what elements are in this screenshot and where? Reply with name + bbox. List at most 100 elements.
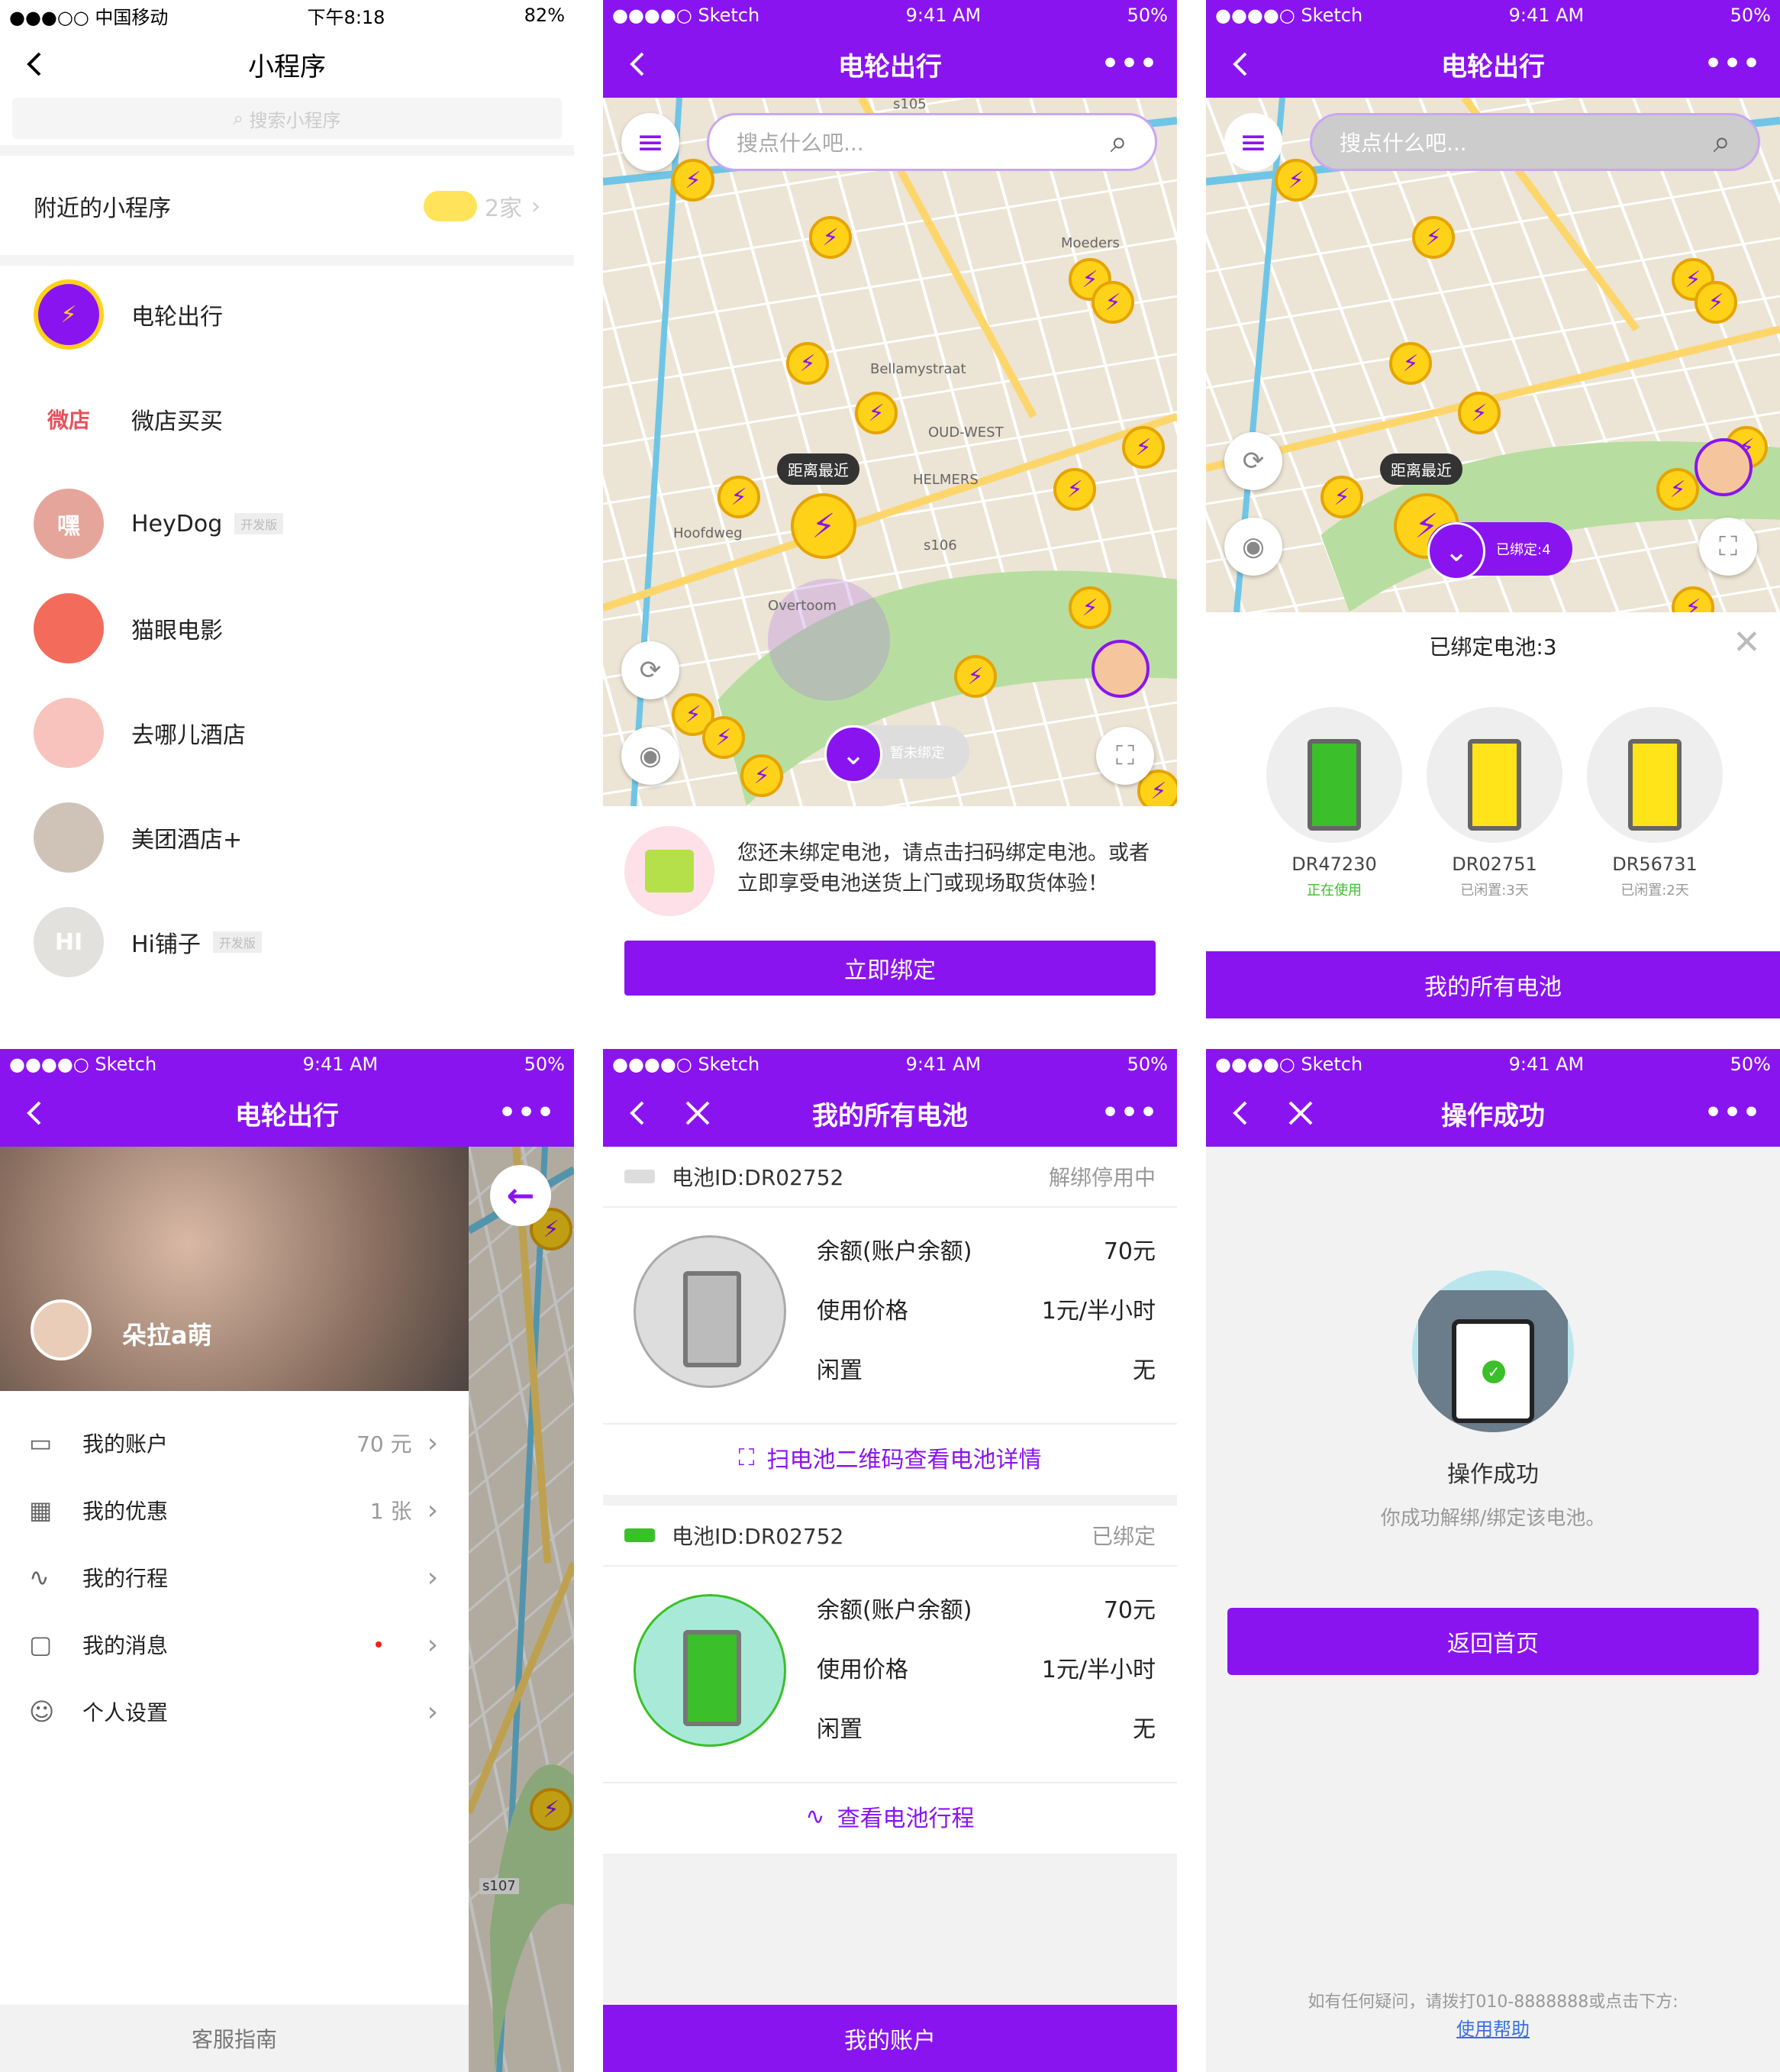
battery-station-pin[interactable]: ⚡ (809, 216, 852, 259)
nearby-row[interactable]: 附近的小程序 2家 › (0, 168, 574, 244)
battery-card-link[interactable]: ⛶ 扫电池二维码查看电池详情 (603, 1423, 1177, 1490)
battery-station-pin[interactable]: ⚡ (1092, 281, 1134, 324)
battery-item[interactable]: DR56731 已闲置:2天 (1585, 707, 1725, 913)
back-icon[interactable] (623, 49, 653, 79)
close-icon[interactable] (682, 1098, 713, 1128)
search-placeholder: 搜索小程序 (249, 109, 341, 131)
more-icon[interactable]: ••• (498, 1099, 556, 1127)
map-view-dimmed[interactable]: ⚡ ⚡ s107 (469, 1147, 574, 2072)
mini-program-item[interactable]: 去哪儿酒店 (0, 687, 574, 779)
more-icon[interactable]: ••• (1101, 50, 1159, 78)
drawer-menu-label: 我的消息 (82, 1633, 169, 1658)
battery-station-pin[interactable]: ⚡ (1069, 586, 1111, 629)
battery-station-pin[interactable]: ⚡ (1656, 468, 1699, 511)
drawer-menu-item[interactable]: ▭ 我的账户 70 元 › (0, 1409, 469, 1477)
locate-icon[interactable]: ◉ (621, 727, 679, 785)
street-label: OUD-WEST (928, 424, 1004, 441)
back-icon[interactable] (1226, 1098, 1256, 1128)
back-icon[interactable] (1226, 49, 1256, 79)
customer-guide-button[interactable]: 客服指南 (0, 2005, 469, 2072)
battery-station-pin[interactable]: ⚡ (672, 159, 714, 202)
map-search-input[interactable]: 搜点什么吧... ⌕ (707, 113, 1157, 171)
more-icon[interactable]: ••• (1704, 1099, 1762, 1127)
nearest-pin[interactable]: ⚡ (791, 493, 856, 559)
battery-station-pin[interactable]: ⚡ (1412, 216, 1455, 259)
battery-station-pin[interactable]: ⚡ (717, 476, 760, 518)
screen-all-batteries: ●●●●○ Sketch 9:41 AM 50% 我的所有电池 ••• 我的账户… (603, 1049, 1177, 2072)
drawer-menu-item[interactable]: ☺ 个人设置 › (0, 1678, 469, 1745)
bound-count-label: 已绑定:4 (1496, 542, 1551, 558)
drawer-menu-label: 我的账户 (82, 1431, 169, 1457)
drawer-menu-item[interactable]: ▦ 我的优惠 1 张 › (0, 1477, 469, 1544)
street-label: HELMERS (913, 472, 979, 488)
battery-station-pin[interactable]: ⚡ (1458, 392, 1501, 434)
drawer-menu-item[interactable]: ▢ 我的消息 › (0, 1611, 469, 1678)
collapse-drawer-button[interactable]: ← (490, 1165, 551, 1226)
mini-program-item[interactable]: ⚡ 电轮出行 (0, 269, 574, 360)
mini-program-item[interactable]: 微店 微店买买 (0, 373, 574, 465)
battery-station-pin[interactable]: ⚡ (1122, 426, 1165, 469)
battery-station-pin[interactable]: ⚡ (1275, 159, 1317, 202)
battery-station-pin[interactable]: ⚡ (855, 392, 898, 434)
battery-small-icon (624, 1528, 655, 1542)
battery-station-pin[interactable]: ⚡ (702, 716, 745, 759)
battery-state: 正在使用 (1307, 883, 1362, 899)
refresh-icon[interactable]: ⟳ (1224, 432, 1282, 490)
battery-icon (634, 1594, 786, 1747)
avatar[interactable] (31, 1299, 92, 1360)
map-view[interactable]: ⚡ ⚡ ⚡ ⚡ ⚡ ⚡ ⚡ ⚡ ⚡ ⚡ ⚡ ⚡ ⚡ ⚡ ⚡ ⚡ 距离最近 ≡ 搜点什么吧... ⌕ ⟳ ◉ ⛶ 暂未绑定 ⌄ s1… (603, 98, 1177, 806)
refresh-icon[interactable]: ⟳ (621, 641, 679, 699)
battery-id: DR56731 (1612, 854, 1698, 875)
battery-level: 82% (524, 5, 565, 26)
battery-station-pin[interactable]: ⚡ (954, 655, 997, 698)
back-icon[interactable] (20, 1098, 50, 1128)
menu-button[interactable]: ≡ (1224, 113, 1282, 171)
search-input[interactable]: ⌕ 搜索小程序 (12, 98, 562, 139)
close-icon[interactable]: ✕ (1733, 623, 1761, 662)
locate-icon[interactable]: ◉ (1224, 518, 1282, 576)
help-link[interactable]: 使用帮助 (1206, 2014, 1780, 2041)
mini-program-item[interactable]: 猫眼电影 (0, 583, 574, 674)
drawer-menu-item[interactable]: ∿ 我的行程 › (0, 1544, 469, 1611)
map-view[interactable]: ⚡ ⚡ ⚡ ⚡ ⚡ ⚡ ⚡ ⚡ ⚡ ⚡ ⚡ 距离最近 ≡ 搜点什么吧... ⌕ ⟳ ◉ ⛶ 已绑定:4 ⌄ (1206, 98, 1780, 612)
battery-station-pin[interactable]: ⚡ (1320, 476, 1363, 518)
battery-info-row: 使用价格 1元/半小时 (817, 1646, 1156, 1689)
back-icon[interactable] (623, 1098, 653, 1128)
battery-card-link[interactable]: ∿ 查看电池行程 (603, 1782, 1177, 1849)
back-home-button[interactable]: 返回首页 (1227, 1608, 1759, 1675)
profile-header: 朵拉a萌 (0, 1147, 469, 1391)
battery-station-pin[interactable]: ⚡ (740, 754, 783, 797)
avatar[interactable] (1092, 640, 1150, 698)
scan-icon[interactable]: ⛶ (1699, 518, 1757, 576)
mini-program-item[interactable]: 美团酒店+ (0, 792, 574, 883)
mini-program-item[interactable]: HI Hi铺子 开发版 (0, 896, 574, 988)
my-account-button[interactable]: 我的账户 (603, 2005, 1177, 2072)
mini-program-item[interactable]: 嘿 HeyDog 开发版 (0, 478, 574, 570)
battery-station-pin[interactable]: ⚡ (530, 1788, 572, 1831)
mini-program-label: 电轮出行 (131, 304, 223, 331)
battery-station-pin[interactable]: ⚡ (786, 342, 829, 385)
chevron-down-icon[interactable]: ⌄ (1427, 522, 1485, 580)
battery-station-pin[interactable]: ⚡ (1389, 342, 1432, 385)
battery-item[interactable]: DR02751 已闲置:3天 (1424, 707, 1565, 913)
avatar[interactable] (1695, 438, 1753, 496)
scan-icon[interactable]: ⛶ (1096, 727, 1154, 785)
battery-item[interactable]: DR47230 正在使用 (1264, 707, 1404, 913)
battery-info-row: 闲置 无 (817, 1706, 1156, 1748)
status-bar: ●●●●○ Sketch 9:41 AM 50% (1206, 1049, 1780, 1080)
all-batteries-button[interactable]: 我的所有电池 (1206, 951, 1780, 1018)
battery-station-pin[interactable]: ⚡ (1695, 281, 1737, 324)
status-bar: ●●●○○ 中国移动 下午8:18 82% (0, 0, 574, 31)
info-label: 闲置 (817, 1357, 863, 1384)
battery-station-pin[interactable]: ⚡ (1053, 468, 1096, 511)
more-icon[interactable]: ••• (1101, 1099, 1159, 1127)
screen-user-drawer: ●●●●○ Sketch 9:41 AM 50% 电轮出行 ••• ⚡ ⚡ s107… (0, 1049, 574, 2072)
map-search-input[interactable]: 搜点什么吧... ⌕ (1310, 113, 1760, 171)
close-icon[interactable] (1285, 1098, 1316, 1128)
menu-button[interactable]: ≡ (621, 113, 679, 171)
back-icon[interactable] (20, 49, 50, 79)
more-icon[interactable]: ••• (1704, 50, 1762, 78)
battery-state: 已闲置:2天 (1620, 883, 1689, 899)
chevron-down-icon[interactable]: ⌄ (824, 725, 882, 783)
bind-now-button[interactable]: 立即绑定 (624, 941, 1156, 996)
